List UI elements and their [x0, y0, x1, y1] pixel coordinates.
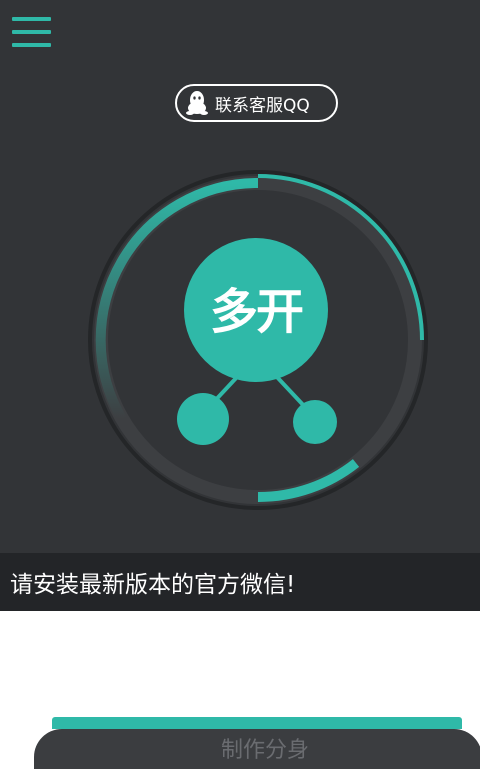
qq-penguin-icon — [186, 91, 208, 115]
bottom-card-accent — [52, 717, 462, 729]
multi-open-label[interactable]: 多开 — [184, 282, 328, 342]
install-notice-text: 请安装最新版本的官方微信! — [10, 572, 296, 598]
dial-connector-right — [274, 374, 308, 410]
install-notice-bar: 请安装最新版本的官方微信! — [0, 553, 480, 611]
contact-support-qq-button[interactable]: 联系客服QQ — [175, 84, 338, 122]
create-clone-button[interactable]: 制作分身 — [190, 732, 340, 764]
dial-node-left — [177, 393, 229, 445]
hamburger-menu-icon[interactable] — [12, 17, 52, 49]
dial-node-right — [293, 400, 337, 444]
contact-support-label: 联系客服QQ — [215, 95, 310, 116]
